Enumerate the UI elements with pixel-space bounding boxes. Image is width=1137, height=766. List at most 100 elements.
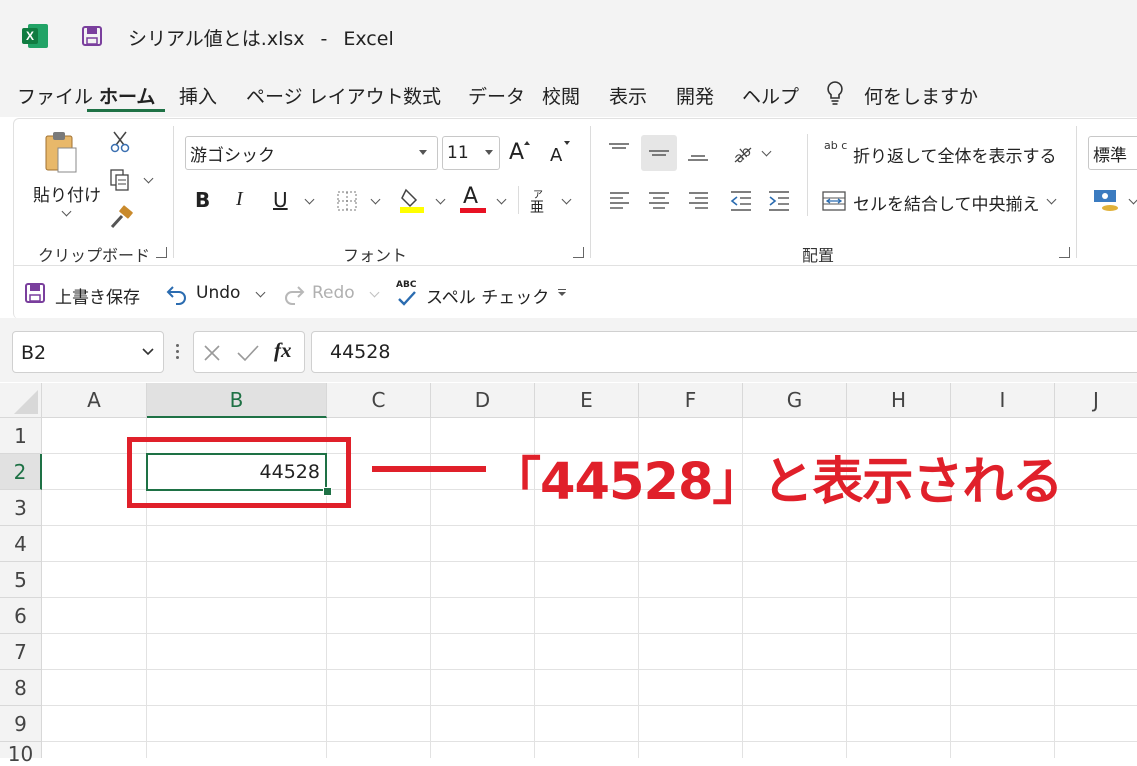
clipboard-launcher-icon[interactable] — [156, 247, 167, 258]
column-header-h[interactable]: H — [847, 383, 951, 418]
lightbulb-icon — [826, 81, 844, 107]
alignment-group-label: 配置 — [802, 246, 835, 265]
cancel-icon[interactable] — [202, 343, 222, 363]
column-header-j[interactable]: J — [1055, 383, 1137, 418]
column-header-a[interactable]: A — [42, 383, 147, 418]
column-header-b[interactable]: B — [147, 383, 327, 418]
accounting-format-icon[interactable] — [1092, 186, 1122, 214]
annotation-highlight-box — [127, 437, 351, 508]
alignment-launcher-icon[interactable] — [1059, 247, 1070, 258]
grow-font-button[interactable]: A — [509, 140, 524, 165]
redo-icon[interactable] — [282, 282, 306, 306]
orientation-icon[interactable]: ab — [729, 140, 755, 166]
tab-view[interactable]: 表示 — [609, 82, 647, 109]
grid-line — [42, 561, 1137, 562]
column-header-d[interactable]: D — [431, 383, 535, 418]
font-name-combo[interactable]: 游ゴシック — [185, 136, 438, 170]
fill-color-icon[interactable] — [398, 186, 426, 214]
tab-file[interactable]: ファイル — [17, 82, 93, 109]
font-group-label: フォント — [343, 246, 408, 265]
formula-input[interactable]: 44528 — [311, 331, 1137, 373]
row-header-1[interactable]: 1 — [0, 418, 42, 454]
grid-line — [42, 741, 1137, 742]
furigana-button[interactable]: ア 亜 — [530, 186, 550, 216]
customize-qat-icon[interactable] — [557, 289, 567, 297]
redo-button[interactable]: Redo — [312, 283, 355, 303]
save-icon[interactable] — [24, 282, 46, 304]
font-color-button[interactable]: A — [460, 184, 488, 214]
save-icon[interactable] — [82, 26, 102, 46]
align-middle-icon[interactable] — [641, 135, 677, 171]
decrease-indent-icon[interactable] — [728, 188, 754, 214]
grid-line — [42, 633, 1137, 634]
active-tab-indicator — [87, 109, 165, 112]
save-button[interactable]: 上書き保存 — [55, 283, 140, 308]
align-bottom-icon[interactable] — [685, 140, 711, 166]
row-header-5[interactable]: 5 — [0, 562, 42, 598]
column-header-e[interactable]: E — [535, 383, 639, 418]
window-title: シリアル値とは.xlsx - Excel — [128, 28, 394, 50]
align-right-icon[interactable] — [685, 188, 711, 214]
row-header-10[interactable]: 10 — [0, 742, 42, 766]
chevron-down-icon — [142, 348, 154, 356]
font-launcher-icon[interactable] — [573, 247, 584, 258]
wrap-text-button[interactable]: ab c 折り返して全体を表示する — [822, 138, 1057, 168]
number-format-combo[interactable]: 標準 — [1088, 136, 1137, 170]
tell-me-search[interactable]: 何をしますか — [864, 82, 978, 109]
tab-help[interactable]: ヘルプ — [742, 82, 799, 109]
row-header-9[interactable]: 9 — [0, 706, 42, 742]
column-header-f[interactable]: F — [639, 383, 743, 418]
wrap-text-icon: ab c — [824, 139, 848, 152]
annotation-text: 「44528」と表示される — [490, 453, 1063, 512]
borders-icon[interactable] — [336, 190, 358, 212]
row-header-3[interactable]: 3 — [0, 490, 42, 526]
chevron-down-icon — [485, 150, 493, 155]
shrink-font-button[interactable]: A — [550, 145, 562, 166]
bold-button[interactable]: B — [195, 188, 210, 212]
button-separator — [807, 134, 808, 216]
undo-button[interactable]: Undo — [196, 283, 240, 303]
column-header-c[interactable]: C — [327, 383, 431, 418]
spell-check-button[interactable]: スペル チェック — [426, 283, 549, 308]
select-all-button[interactable] — [0, 383, 42, 418]
clipboard-icon — [44, 130, 78, 174]
formula-bar-grip-icon[interactable] — [176, 343, 180, 361]
merge-center-button[interactable]: セルを結合して中央揃え — [822, 186, 1062, 216]
grid-line — [42, 525, 1137, 526]
cut-icon[interactable] — [108, 130, 132, 154]
tab-data[interactable]: データ — [468, 82, 525, 109]
row-header-8[interactable]: 8 — [0, 670, 42, 706]
grid-line — [42, 705, 1137, 706]
copy-icon[interactable] — [108, 168, 132, 192]
row-header-2[interactable]: 2 — [0, 454, 42, 490]
italic-button[interactable]: I — [236, 188, 243, 211]
underline-button[interactable]: U — [273, 188, 288, 212]
font-size-combo[interactable]: 11 — [442, 136, 500, 170]
format-painter-icon[interactable] — [108, 205, 134, 231]
tab-formulas[interactable]: 数式 — [403, 82, 441, 109]
tab-insert[interactable]: 挿入 — [179, 82, 217, 109]
row-header-6[interactable]: 6 — [0, 598, 42, 634]
align-left-icon[interactable] — [607, 188, 633, 214]
tab-home[interactable]: ホーム — [99, 82, 155, 109]
tab-developer[interactable]: 開発 — [676, 82, 714, 109]
insert-function-icon[interactable]: fx — [274, 338, 292, 363]
increase-indent-icon[interactable] — [766, 188, 792, 214]
align-center-icon[interactable] — [646, 188, 672, 214]
align-top-icon[interactable] — [606, 138, 632, 164]
tab-review[interactable]: 校閲 — [542, 82, 580, 109]
enter-check-icon[interactable] — [236, 343, 260, 363]
title-bar: X シリアル値とは.xlsx - Excel — [0, 0, 1137, 72]
row-header-7[interactable]: 7 — [0, 634, 42, 670]
row-header-4[interactable]: 4 — [0, 526, 42, 562]
chevron-down-icon — [419, 150, 427, 155]
column-header-g[interactable]: G — [743, 383, 847, 418]
formula-buttons: fx — [193, 331, 305, 373]
column-header-i[interactable]: I — [951, 383, 1055, 418]
grid-line — [42, 597, 1137, 598]
tab-page-layout[interactable]: ページ レイアウト — [246, 82, 404, 109]
name-box[interactable]: B2 — [12, 331, 164, 373]
paste-button[interactable]: 貼り付け — [30, 128, 101, 228]
button-separator — [518, 186, 519, 214]
undo-icon[interactable] — [165, 282, 189, 306]
